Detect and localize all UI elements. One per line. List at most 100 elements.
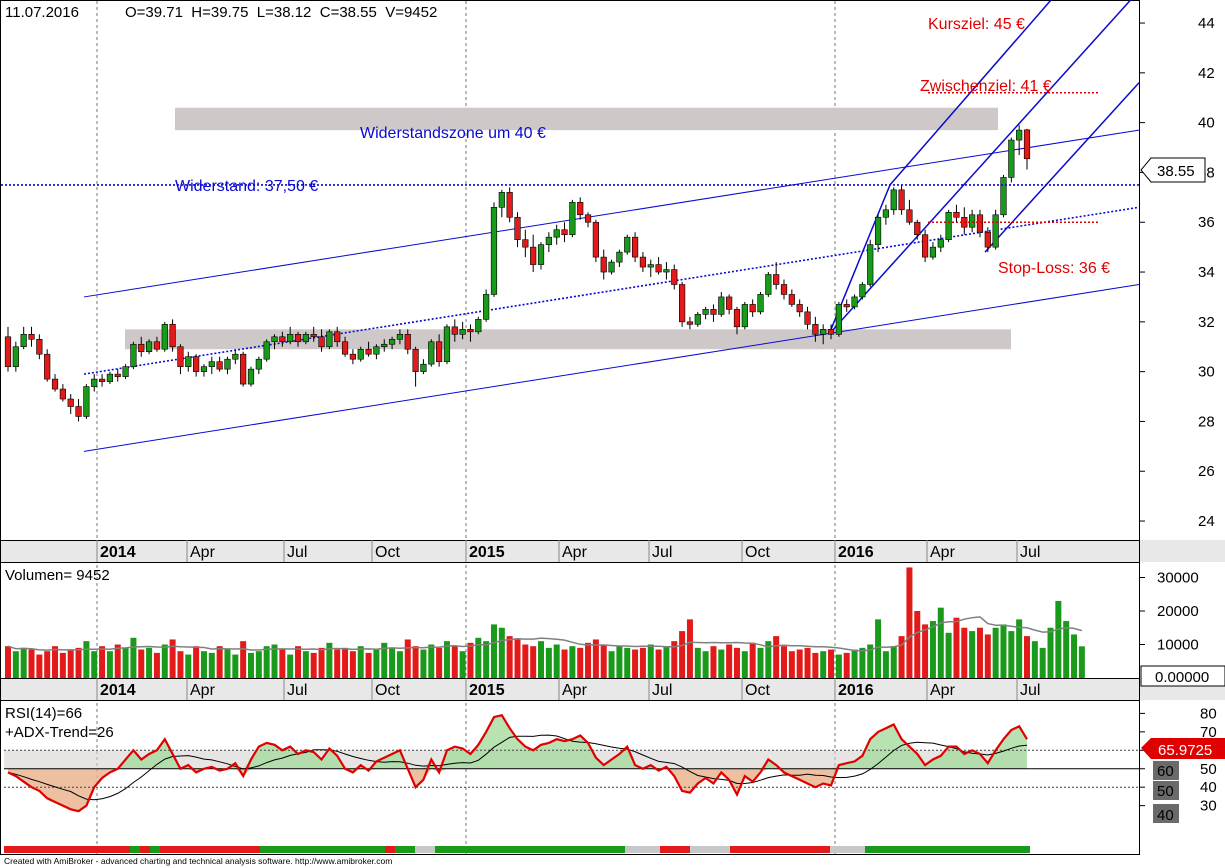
candle-body-32 xyxy=(255,358,262,370)
trend-segment-10 xyxy=(460,846,625,853)
volume-bar-81 xyxy=(639,647,646,678)
volume-bar-9 xyxy=(75,647,82,678)
volume-bar-58 xyxy=(459,651,466,678)
trend-segment-16 xyxy=(865,846,1030,853)
volume-bar-131 xyxy=(1031,641,1038,678)
volume-bar-19 xyxy=(153,652,160,678)
candle-body-83 xyxy=(655,264,662,273)
volume-bar-87 xyxy=(686,619,693,678)
last-price-label: 38.55 xyxy=(1157,163,1195,180)
time-label-1-4: 2015 xyxy=(469,682,505,699)
candle-body-36 xyxy=(287,333,294,343)
candle-body-7 xyxy=(59,388,66,400)
candle-body-42 xyxy=(334,331,341,343)
price-tick-label-24: 24 xyxy=(1198,513,1215,530)
zone-40 xyxy=(175,107,998,131)
candle-body-34 xyxy=(271,336,278,343)
volume-bar-65 xyxy=(514,639,521,678)
candle-body-101 xyxy=(796,304,803,313)
volume-bar-59 xyxy=(467,642,474,678)
volume-bar-5 xyxy=(44,651,51,678)
volume-title: Volumen= 9452 xyxy=(5,567,110,584)
candle-body-19 xyxy=(153,341,161,350)
candle-body-54 xyxy=(428,341,435,365)
volume-bar-14 xyxy=(114,644,121,678)
volume-bar-21 xyxy=(169,639,176,678)
volume-bar-31 xyxy=(247,652,254,678)
price-axis: 2426283032343638404244 xyxy=(1139,15,1215,530)
candle-body-5 xyxy=(44,353,51,380)
candle-body-75 xyxy=(592,221,599,258)
volume-bar-70 xyxy=(553,644,560,678)
candle-body-3 xyxy=(28,333,35,340)
candle-body-110 xyxy=(867,244,874,285)
volume-bar-136 xyxy=(1071,634,1078,678)
volume-bar-13 xyxy=(106,651,113,678)
volume-bar-104 xyxy=(820,651,827,678)
volume-bar-84 xyxy=(663,646,670,678)
stock-chart[interactable]: 2426283032343638404244 300002000010000 8… xyxy=(0,0,1225,868)
candle-body-45 xyxy=(357,348,364,360)
volume-bar-33 xyxy=(263,646,270,678)
volume-bar-116 xyxy=(914,611,921,678)
candle-body-35 xyxy=(279,336,286,343)
volume-bar-77 xyxy=(608,651,615,678)
trend-segment-13 xyxy=(690,846,730,853)
candle-body-87 xyxy=(686,321,694,325)
volume-bar-124 xyxy=(976,627,983,678)
candle-body-113 xyxy=(890,189,897,211)
volume-bar-102 xyxy=(804,647,811,678)
footer-credit: Created with AmiBroker - advanced charti… xyxy=(4,856,392,866)
time-label-0-9: Apr xyxy=(930,544,956,561)
candle-body-55 xyxy=(436,341,443,362)
volume-bar-28 xyxy=(224,649,231,678)
volume-bar-24 xyxy=(193,646,200,678)
rsi-panel[interactable] xyxy=(0,700,1140,855)
candle-body-96 xyxy=(757,294,764,313)
candle-body-12 xyxy=(98,378,106,382)
candle-body-18 xyxy=(145,341,153,353)
time-label-0-6: Jul xyxy=(652,544,672,561)
candle-body-98 xyxy=(773,274,780,285)
trend-segment-15 xyxy=(830,846,865,853)
header-date: 11.07.2016 xyxy=(5,4,79,21)
candle-body-97 xyxy=(765,274,772,295)
volume-tick-label-1: 20000 xyxy=(1157,603,1199,620)
volume-bar-26 xyxy=(208,652,215,678)
volume-tick-label-0: 30000 xyxy=(1157,570,1199,587)
time-label-0-8: 2016 xyxy=(838,544,874,561)
candle-body-86 xyxy=(679,284,686,323)
stop-loss-label: Stop-Loss: 36 € xyxy=(998,260,1110,277)
trend-segment-5 xyxy=(260,846,385,853)
candle-body-25 xyxy=(200,366,208,372)
candle-body-63 xyxy=(498,192,505,208)
candle-body-59 xyxy=(467,329,474,333)
candle-body-22 xyxy=(177,346,184,367)
trend-segment-14 xyxy=(730,846,830,853)
volume-bar-73 xyxy=(577,647,584,678)
trend-segment-0 xyxy=(4,846,130,853)
volume-bar-83 xyxy=(655,649,662,678)
candle-body-124 xyxy=(976,214,984,233)
volume-bar-47 xyxy=(373,649,380,678)
candle-body-118 xyxy=(929,246,937,258)
candle-body-31 xyxy=(247,368,255,385)
volume-bar-101 xyxy=(796,649,803,678)
volume-bar-51 xyxy=(404,639,411,678)
candle-body-128 xyxy=(1008,139,1015,178)
trend-segment-7 xyxy=(395,846,415,853)
volume-bar-44 xyxy=(349,651,356,678)
candle-body-84 xyxy=(663,269,670,273)
candle-body-13 xyxy=(106,373,113,382)
rsi-tick-label-40: 40 xyxy=(1200,779,1217,796)
candle-body-50 xyxy=(396,333,404,340)
candle-body-16 xyxy=(130,343,137,367)
candle-body-65 xyxy=(514,216,521,240)
time-label-0-0: 2014 xyxy=(100,544,136,561)
volume-bar-30 xyxy=(240,641,247,678)
candle-body-71 xyxy=(561,229,568,235)
price-tick-label-36: 36 xyxy=(1198,214,1215,231)
candle-body-23 xyxy=(185,356,192,367)
time-label-1-3: Oct xyxy=(375,682,400,699)
rsi-tick-label-80: 80 xyxy=(1200,705,1217,722)
